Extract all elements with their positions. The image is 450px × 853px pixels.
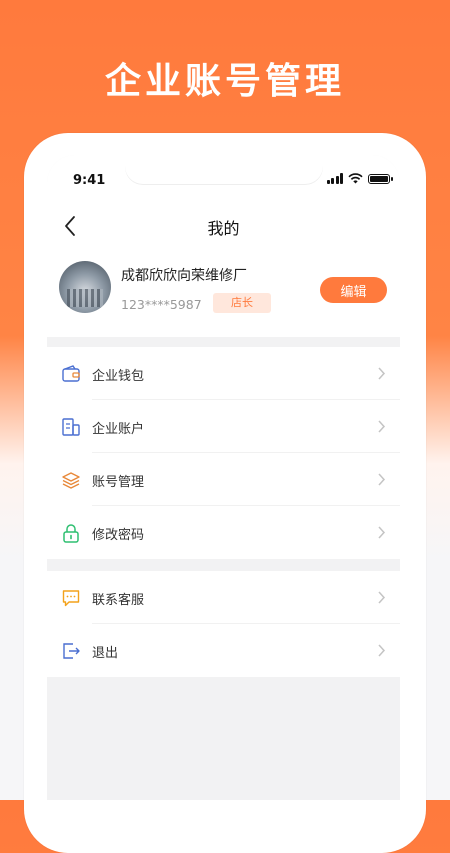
menu-item-wallet[interactable]: 企业钱包	[47, 347, 400, 400]
status-bar: 9:41	[47, 155, 400, 205]
chevron-right-icon	[378, 526, 386, 539]
chevron-right-icon	[378, 420, 386, 433]
company-name: 成都欣欣向荣维修厂	[121, 268, 247, 284]
role-badge: 店长	[213, 293, 271, 313]
chevron-right-icon	[378, 367, 386, 380]
phone-screen: 9:41 我的 成都欣欣向荣维修厂 123****5987 店长 编辑 企业钱包…	[47, 155, 400, 800]
status-icons	[326, 173, 393, 184]
chevron-right-icon	[378, 644, 386, 657]
phone-number: 123****5987	[121, 297, 202, 312]
menu-item-change-password[interactable]: 修改密码	[47, 506, 400, 559]
menu-item-logout[interactable]: 退出	[47, 624, 400, 677]
profile-card: 成都欣欣向荣维修厂 123****5987 店长 编辑	[47, 247, 400, 337]
menu-label-account-management: 账号管理	[92, 475, 145, 490]
menu-label-logout: 退出	[92, 646, 119, 661]
chevron-right-icon	[378, 473, 386, 486]
wifi-icon	[348, 173, 363, 184]
menu-label-change-password: 修改密码	[92, 528, 145, 543]
signal-icon	[326, 173, 343, 184]
lock-icon	[63, 524, 79, 543]
banner-title: 企业账号管理	[104, 61, 345, 102]
chat-icon	[62, 590, 80, 607]
page-title: 我的	[207, 219, 240, 238]
menu-label-enterprise-account: 企业账户	[92, 422, 145, 437]
menu-group-support: 联系客服 退出	[47, 571, 400, 677]
nav-bar: 我的	[47, 205, 400, 247]
status-time: 9:41	[73, 173, 106, 188]
edit-button[interactable]: 编辑	[320, 277, 387, 303]
avatar[interactable]	[59, 261, 111, 313]
battery-icon	[368, 173, 393, 184]
menu-item-enterprise-account[interactable]: 企业账户	[47, 400, 400, 453]
account-icon	[62, 418, 80, 436]
menu-item-customer-service[interactable]: 联系客服	[47, 571, 400, 624]
menu-label-customer-service: 联系客服	[92, 593, 145, 608]
menu-label-wallet: 企业钱包	[92, 369, 145, 384]
wallet-icon	[62, 365, 80, 382]
menu-group-account: 企业钱包 企业账户 账号管理 修改密码	[47, 347, 400, 559]
notch	[125, 155, 323, 185]
logout-icon	[63, 643, 80, 659]
chevron-right-icon	[378, 591, 386, 604]
menu-item-account-management[interactable]: 账号管理	[47, 453, 400, 506]
layers-icon	[62, 472, 80, 489]
